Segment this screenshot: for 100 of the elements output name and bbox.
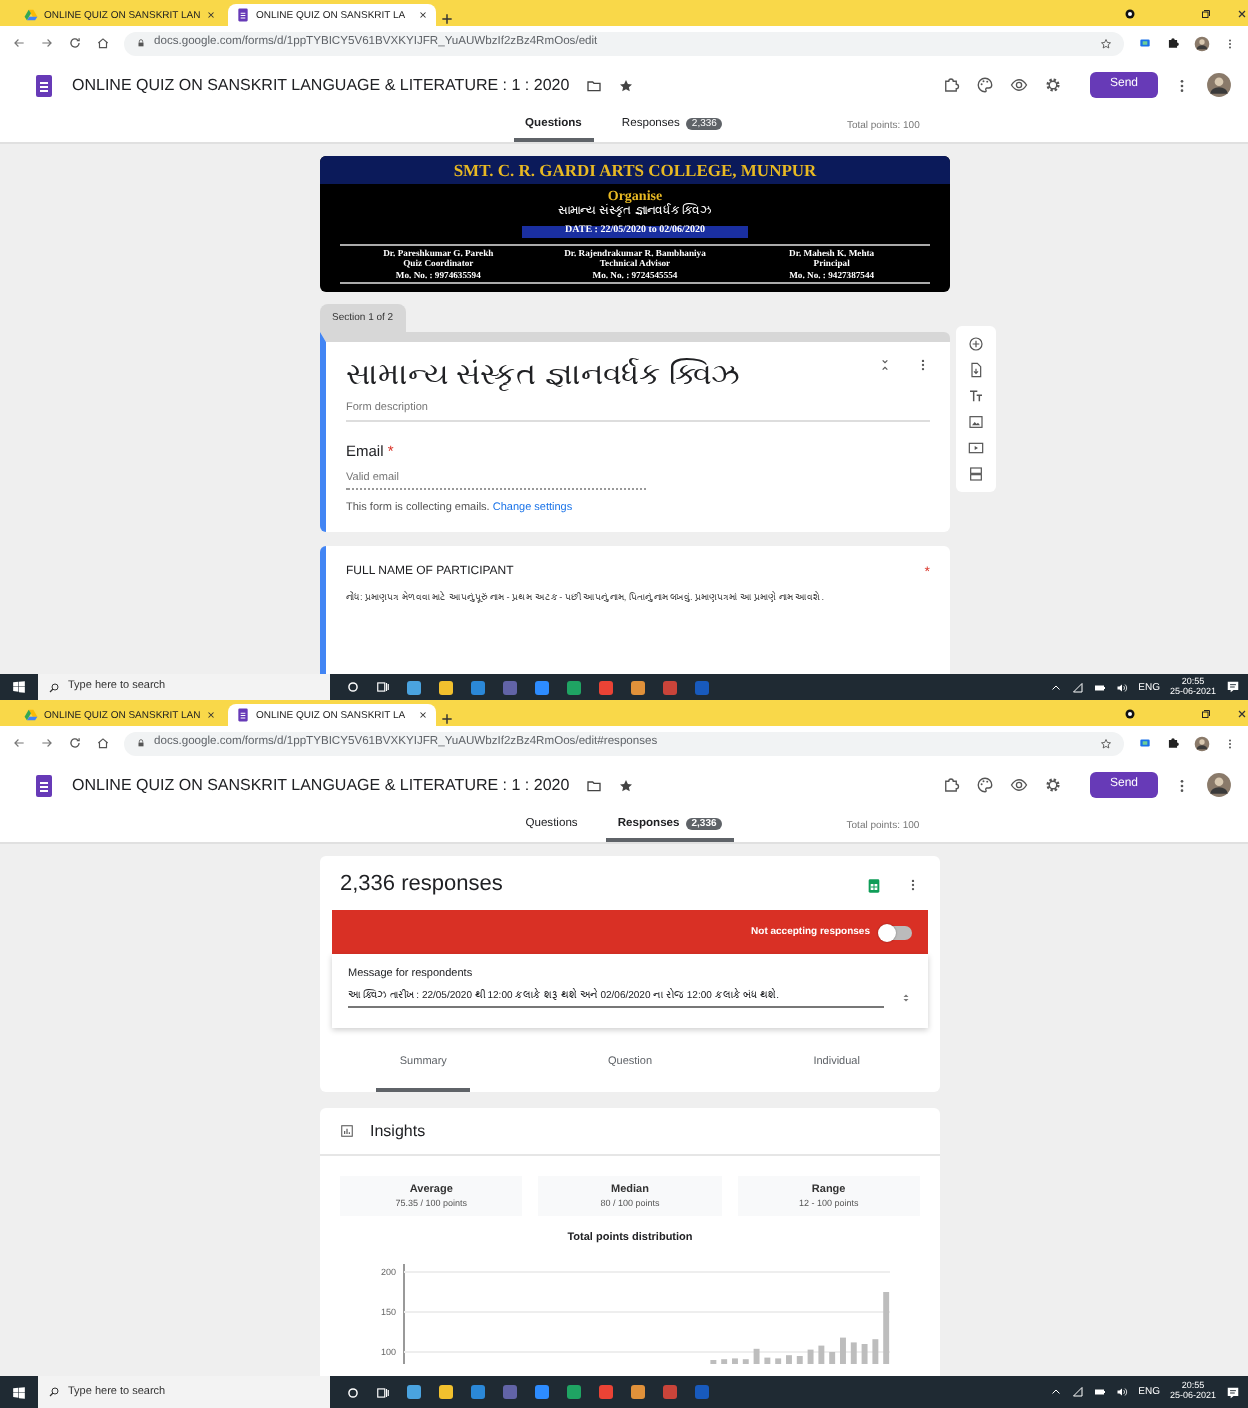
star-icon[interactable] — [1100, 737, 1112, 749]
import-icon[interactable] — [968, 362, 984, 378]
reload-icon[interactable] — [68, 736, 82, 750]
task-view-icon[interactable] — [376, 680, 390, 694]
histogram-bar — [807, 1349, 814, 1364]
close-icon[interactable] — [418, 710, 428, 720]
histogram-bar — [850, 1342, 857, 1364]
histogram-bar — [742, 1359, 749, 1364]
histogram-bar — [775, 1358, 782, 1364]
histogram-bar — [764, 1357, 771, 1364]
extension-icon[interactable] — [1138, 36, 1152, 50]
star-icon[interactable] — [1100, 37, 1112, 49]
record-icon[interactable] — [1124, 708, 1136, 720]
histogram-bar — [829, 1351, 836, 1364]
search-icon — [48, 1386, 60, 1398]
home-icon[interactable] — [96, 736, 110, 750]
preview-icon[interactable] — [1009, 776, 1028, 794]
chevron-icon[interactable] — [1050, 681, 1063, 693]
notification-icon[interactable] — [1226, 680, 1240, 694]
back-icon[interactable] — [12, 36, 26, 50]
palette-icon[interactable] — [975, 76, 994, 94]
folder-icon[interactable] — [585, 77, 602, 93]
histogram-bar — [721, 1359, 728, 1364]
chart-icon — [340, 1124, 354, 1139]
restore-icon[interactable] — [1200, 8, 1212, 20]
settings-icon[interactable] — [1043, 76, 1062, 94]
forward-icon[interactable] — [40, 36, 54, 50]
puzzle-icon[interactable] — [1166, 736, 1180, 750]
histogram-bar — [883, 1291, 890, 1364]
close-icon[interactable] — [206, 10, 217, 20]
reload-icon[interactable] — [68, 36, 82, 50]
histogram-bar — [872, 1339, 879, 1364]
histogram-bar — [796, 1355, 803, 1364]
record-icon[interactable] — [1124, 8, 1136, 20]
settings-icon[interactable] — [1043, 776, 1062, 794]
home-icon[interactable] — [96, 36, 110, 50]
back-icon[interactable] — [12, 736, 26, 750]
collapse-icon[interactable] — [878, 358, 892, 373]
form-icon — [236, 8, 250, 22]
close-icon[interactable] — [206, 710, 217, 720]
add-icon[interactable] — [968, 336, 984, 352]
more-icon[interactable] — [906, 878, 920, 893]
form-title: ONLINE QUIZ ON SANSKRIT LANGUAGE & LITERATURE : 1 : 2020 — [72, 775, 570, 795]
volume-icon[interactable] — [1116, 1386, 1129, 1398]
volume-icon[interactable] — [1116, 681, 1129, 693]
form-icon — [32, 69, 56, 101]
close-icon[interactable] — [418, 10, 428, 20]
title-icon[interactable] — [968, 388, 984, 404]
battery-icon[interactable] — [1094, 681, 1107, 693]
histogram-bar — [861, 1343, 868, 1364]
windows-icon[interactable] — [12, 1385, 26, 1399]
ring-icon[interactable] — [346, 680, 360, 694]
notification-icon[interactable] — [1226, 1385, 1240, 1399]
insights-title: Insights — [370, 1121, 426, 1141]
histogram-bar — [753, 1348, 760, 1364]
more-icon[interactable] — [916, 358, 930, 373]
windows-icon[interactable] — [12, 680, 26, 694]
folder-icon[interactable] — [585, 777, 602, 793]
y-axis — [403, 1262, 405, 1364]
histogram-bar — [786, 1355, 792, 1364]
network-icon[interactable] — [1072, 681, 1085, 693]
avatar-icon[interactable] — [1206, 72, 1232, 98]
form-title: ONLINE QUIZ ON SANSKRIT LANGUAGE & LITERATURE : 1 : 2020 — [72, 75, 570, 95]
lock-icon — [136, 38, 146, 48]
battery-icon[interactable] — [1094, 1386, 1107, 1398]
form-icon — [32, 769, 56, 801]
section-icon[interactable] — [968, 466, 984, 482]
scroll-arrows-icon[interactable] — [900, 992, 912, 1005]
close-icon[interactable] — [1236, 708, 1248, 720]
accepting-toggle[interactable] — [880, 925, 912, 940]
restore-icon[interactable] — [1200, 708, 1212, 720]
addon-icon[interactable] — [941, 76, 960, 94]
spreadsheet-icon[interactable] — [866, 877, 882, 894]
histogram-bar — [818, 1345, 825, 1364]
form-title-field[interactable]: સામાન્ય સંસ્કૃત જ્ઞાનવર્ધક ક્વિઝ — [346, 358, 878, 395]
palette-icon[interactable] — [975, 776, 994, 794]
star-icon[interactable] — [617, 77, 634, 93]
image-icon[interactable] — [968, 414, 984, 430]
ring-icon[interactable] — [346, 1385, 360, 1399]
close-icon[interactable] — [1236, 8, 1248, 20]
search-icon — [48, 681, 60, 693]
star-icon[interactable] — [617, 777, 634, 793]
puzzle-icon[interactable] — [1166, 36, 1180, 50]
preview-icon[interactable] — [1009, 76, 1028, 94]
avatar-icon[interactable] — [1194, 735, 1210, 751]
new-tab-icon[interactable] — [440, 712, 454, 726]
addon-icon[interactable] — [941, 776, 960, 794]
avatar-icon[interactable] — [1194, 35, 1210, 51]
forward-icon[interactable] — [40, 736, 54, 750]
histogram-bar — [840, 1337, 846, 1364]
extension-icon[interactable] — [1138, 736, 1152, 750]
avatar-icon[interactable] — [1206, 772, 1232, 798]
task-view-icon[interactable] — [376, 1385, 390, 1399]
drive-icon — [24, 8, 38, 22]
new-tab-icon[interactable] — [440, 12, 454, 26]
banner-college-name: SMT. C. R. GARDI ARTS COLLEGE, MUNPUR — [320, 156, 950, 185]
video-icon[interactable] — [968, 440, 984, 456]
network-icon[interactable] — [1072, 1386, 1085, 1398]
drive-icon — [24, 708, 38, 722]
chevron-icon[interactable] — [1050, 1386, 1063, 1398]
